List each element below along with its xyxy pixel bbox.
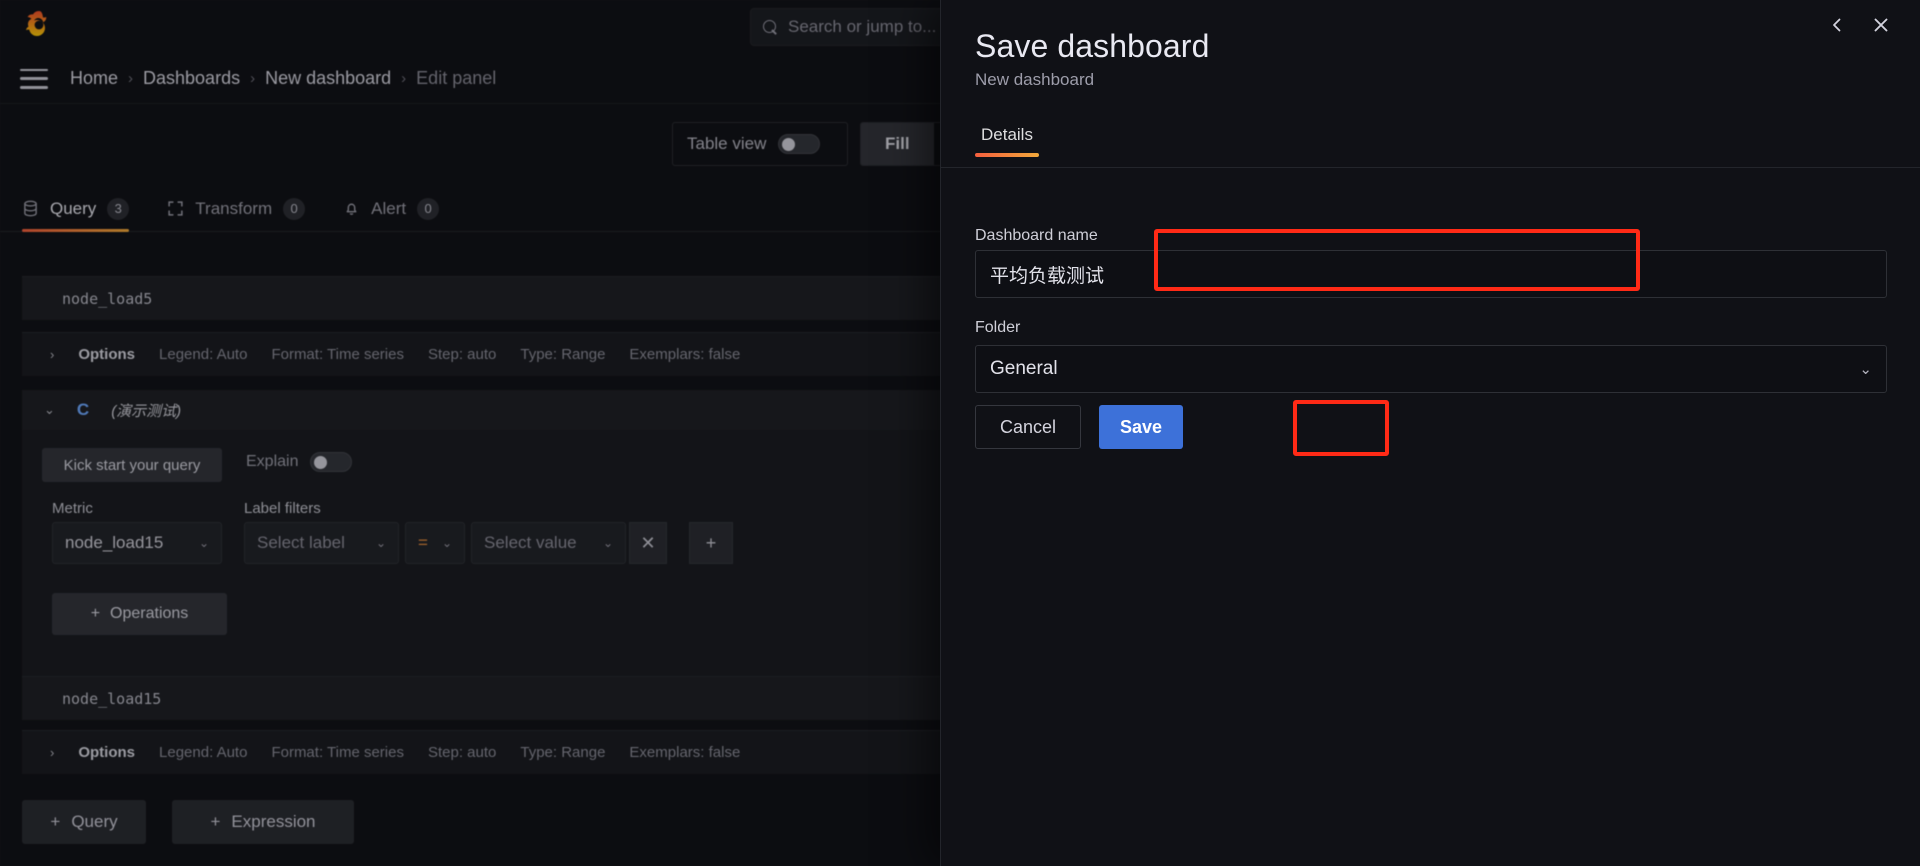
cancel-button[interactable]: Cancel xyxy=(975,405,1081,449)
tab-transform[interactable]: Transform 0 xyxy=(167,186,305,232)
value-select[interactable]: Select value ⌄ xyxy=(471,522,626,564)
table-view-toggle[interactable]: Table view xyxy=(672,122,848,166)
query-b-legend: Legend: Auto xyxy=(159,346,247,363)
add-query-label: Query xyxy=(71,812,117,832)
query-c-alias: (演示测试) xyxy=(111,400,181,421)
operations-label: Operations xyxy=(110,605,188,623)
chevron-down-icon: ⌄ xyxy=(442,536,452,550)
value-placeholder: Select value xyxy=(484,533,577,553)
drawer-divider xyxy=(941,167,1920,168)
add-query-button[interactable]: + Query xyxy=(22,800,146,844)
search-icon xyxy=(763,20,778,35)
tab-details[interactable]: Details xyxy=(975,125,1039,157)
chevron-down-icon: ⌄ xyxy=(199,536,209,550)
add-expression-button[interactable]: + Expression xyxy=(172,800,354,844)
chevron-down-icon: ⌄ xyxy=(603,536,613,550)
label-placeholder: Select label xyxy=(257,533,345,553)
query-c-options-title: Options xyxy=(78,744,135,761)
grafana-logo-icon[interactable] xyxy=(22,9,56,43)
table-view-switch[interactable] xyxy=(778,134,820,154)
breadcrumb-item-new-dashboard[interactable]: New dashboard xyxy=(265,68,391,89)
close-drawer-button[interactable] xyxy=(1864,8,1898,42)
query-b-type: Type: Range xyxy=(520,346,605,363)
fill-button[interactable]: Fill xyxy=(861,123,934,165)
hamburger-menu-icon[interactable] xyxy=(20,69,48,89)
breadcrumb-separator: › xyxy=(118,70,143,87)
breadcrumb-item-edit-panel: Edit panel xyxy=(416,68,496,89)
query-b-options-chevron: › xyxy=(50,347,54,362)
breadcrumb-separator: › xyxy=(240,70,265,87)
tab-alert-label: Alert xyxy=(371,199,406,219)
tab-query-label: Query xyxy=(50,199,96,219)
query-c-exemplars: Exemplars: false xyxy=(629,744,740,761)
label-select[interactable]: Select label ⌄ xyxy=(244,522,399,564)
save-dashboard-drawer: Save dashboard New dashboard Details Das… xyxy=(940,0,1920,866)
query-c-options-chevron: › xyxy=(50,745,54,760)
explain-switch[interactable] xyxy=(310,452,352,472)
drawer-tabs: Details xyxy=(975,125,1039,157)
bell-icon xyxy=(343,200,360,217)
query-b-format: Format: Time series xyxy=(271,346,404,363)
chevron-down-icon: ⌄ xyxy=(376,536,386,550)
breadcrumb-item-home[interactable]: Home xyxy=(70,68,118,89)
query-b-exemplars: Exemplars: false xyxy=(629,346,740,363)
operator-value: = xyxy=(418,533,428,553)
query-c-step: Step: auto xyxy=(428,744,496,761)
query-c-format: Format: Time series xyxy=(271,744,404,761)
remove-label-filter-button[interactable]: ✕ xyxy=(629,522,667,564)
plus-icon: + xyxy=(50,812,60,832)
collapse-drawer-button[interactable] xyxy=(1820,8,1854,42)
tab-query-count: 3 xyxy=(107,198,129,220)
drawer-title: Save dashboard xyxy=(975,28,1209,65)
operations-button[interactable]: + Operations xyxy=(52,593,227,635)
add-expression-label: Expression xyxy=(231,812,315,832)
label-filters-label: Label filters xyxy=(244,500,321,517)
tab-alert[interactable]: Alert 0 xyxy=(343,186,439,232)
query-c-collapse-caret[interactable]: ⌄ xyxy=(44,402,55,418)
operator-select[interactable]: = ⌄ xyxy=(405,522,465,564)
query-c-legend: Legend: Auto xyxy=(159,744,247,761)
dashboard-name-label: Dashboard name xyxy=(975,227,1098,245)
explain-label: Explain xyxy=(246,453,298,471)
save-button[interactable]: Save xyxy=(1099,405,1183,449)
metric-select[interactable]: node_load15 ⌄ xyxy=(52,522,222,564)
metric-value: node_load15 xyxy=(65,533,163,553)
plus-icon: + xyxy=(91,605,100,623)
kick-start-query-button[interactable]: Kick start your query xyxy=(42,448,222,482)
folder-label: Folder xyxy=(975,319,1020,337)
close-icon: ✕ xyxy=(640,533,655,554)
tab-transform-count: 0 xyxy=(283,198,305,220)
add-label-filter-button[interactable]: + xyxy=(689,522,733,564)
folder-select[interactable]: General ⌄ xyxy=(975,345,1887,393)
chevron-left-icon xyxy=(1827,15,1847,35)
transform-icon xyxy=(167,200,184,217)
query-c-type: Type: Range xyxy=(520,744,605,761)
dashboard-name-input[interactable]: 平均负载测试 xyxy=(975,250,1887,298)
drawer-subtitle: New dashboard xyxy=(975,70,1094,90)
query-b-options-title: Options xyxy=(78,346,135,363)
query-c-letter: C xyxy=(77,400,89,420)
folder-value: General xyxy=(990,358,1058,380)
close-icon xyxy=(1871,15,1891,35)
screen-root: Search or jump to... ⌘k c Home › Dashboa… xyxy=(0,0,1920,866)
breadcrumb-separator: › xyxy=(391,70,416,87)
tab-query[interactable]: Query 3 xyxy=(22,186,129,232)
metric-label: Metric xyxy=(52,500,93,517)
search-placeholder-text: Search or jump to... xyxy=(788,17,936,37)
table-view-label: Table view xyxy=(687,134,766,154)
tab-alert-count: 0 xyxy=(417,198,439,220)
breadcrumb-item-dashboards[interactable]: Dashboards xyxy=(143,68,240,89)
tab-transform-label: Transform xyxy=(195,199,272,219)
explain-toggle[interactable]: Explain xyxy=(246,452,352,472)
query-b-step: Step: auto xyxy=(428,346,496,363)
chevron-down-icon: ⌄ xyxy=(1859,360,1872,378)
plus-icon: + xyxy=(706,533,717,554)
database-icon xyxy=(22,200,39,217)
plus-icon: + xyxy=(210,812,220,832)
